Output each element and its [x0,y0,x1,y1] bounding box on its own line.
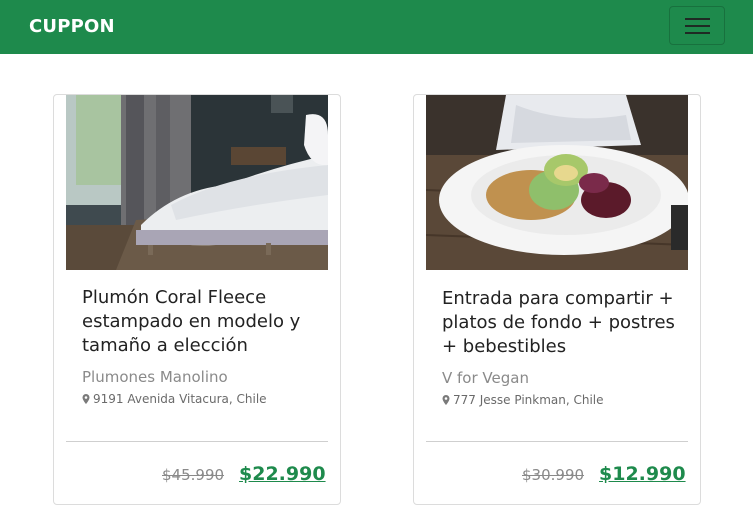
hamburger-menu-icon [685,18,710,20]
deal-card[interactable]: Entrada para compartir + platos de fondo… [413,94,701,505]
navbar: CUPPON [0,0,753,54]
deal-address: 777 Jesse Pinkman, Chile [442,393,604,407]
deal-title[interactable]: Entrada para compartir + platos de fondo… [442,287,680,359]
original-price: $45.990 [162,466,225,484]
original-price: $30.990 [522,466,585,484]
address-text: 9191 Avenida Vitacura, Chile [93,392,267,406]
merchant-name: V for Vegan [442,369,529,387]
discount-price[interactable]: $22.990 [239,463,326,485]
deal-address: 9191 Avenida Vitacura, Chile [82,392,267,406]
merchant-name: Plumones Manolino [82,368,228,386]
deal-image-bedroom[interactable] [66,95,328,270]
deal-title[interactable]: Plumón Coral Fleece estampado en modelo … [82,286,320,358]
location-pin-icon [82,394,90,404]
hamburger-menu-button[interactable] [669,6,725,45]
card-divider [426,441,688,442]
deal-image-salad[interactable] [426,95,688,270]
deal-card[interactable]: Plumón Coral Fleece estampado en modelo … [53,94,341,505]
location-pin-icon [442,395,450,405]
discount-price[interactable]: $12.990 [599,463,686,485]
card-divider [66,441,328,442]
address-text: 777 Jesse Pinkman, Chile [453,393,604,407]
brand-logo[interactable]: CUPPON [29,16,115,37]
